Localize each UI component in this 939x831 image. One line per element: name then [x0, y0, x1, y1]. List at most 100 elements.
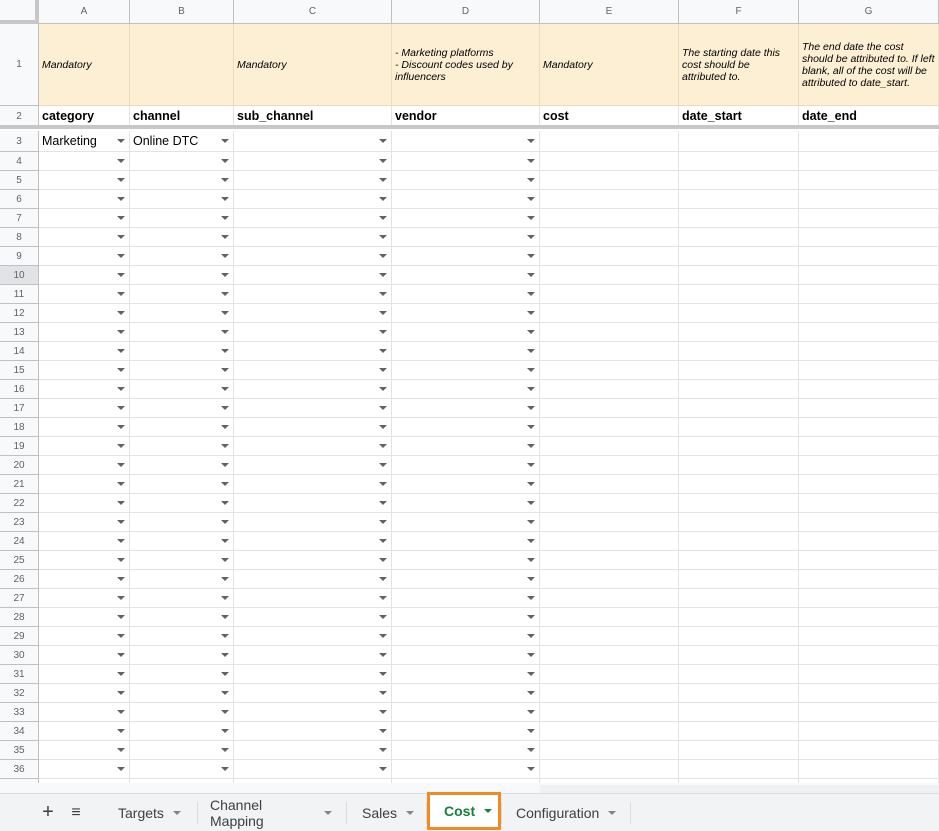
- dropdown-arrow-icon[interactable]: [221, 577, 229, 581]
- cell-g26[interactable]: [799, 570, 939, 589]
- dropdown-arrow-icon[interactable]: [117, 235, 125, 239]
- note-cell-d[interactable]: - Marketing platforms - Discount codes u…: [392, 24, 540, 106]
- dropdown-arrow-icon[interactable]: [379, 672, 387, 676]
- cell-c9[interactable]: [234, 247, 392, 266]
- cell-e32[interactable]: [540, 684, 679, 703]
- cell-f11[interactable]: [679, 285, 799, 304]
- sheet-tab-cost[interactable]: Cost: [427, 792, 501, 830]
- horizontal-scrollbar[interactable]: [540, 785, 939, 793]
- cell-c34[interactable]: [234, 722, 392, 741]
- cell-b24[interactable]: [130, 532, 234, 551]
- cell-f4[interactable]: [679, 152, 799, 171]
- dropdown-arrow-icon[interactable]: [221, 710, 229, 714]
- cell-g33[interactable]: [799, 703, 939, 722]
- cell-g12[interactable]: [799, 304, 939, 323]
- dropdown-arrow-icon[interactable]: [221, 216, 229, 220]
- row-header-14[interactable]: 14: [0, 342, 39, 361]
- dropdown-arrow-icon[interactable]: [117, 520, 125, 524]
- dropdown-arrow-icon[interactable]: [527, 292, 535, 296]
- cell-c35[interactable]: [234, 741, 392, 760]
- cell-d27[interactable]: [392, 589, 540, 608]
- dropdown-arrow-icon[interactable]: [117, 596, 125, 600]
- row-header-26[interactable]: 26: [0, 570, 39, 589]
- cell-c29[interactable]: [234, 627, 392, 646]
- row-header-32[interactable]: 32: [0, 684, 39, 703]
- cell-b5[interactable]: [130, 171, 234, 190]
- dropdown-arrow-icon[interactable]: [117, 330, 125, 334]
- cell-g25[interactable]: [799, 551, 939, 570]
- row-header-21[interactable]: 21: [0, 475, 39, 494]
- cell-g6[interactable]: [799, 190, 939, 209]
- dropdown-arrow-icon[interactable]: [527, 235, 535, 239]
- row-header-25[interactable]: 25: [0, 551, 39, 570]
- dropdown-arrow-icon[interactable]: [379, 463, 387, 467]
- dropdown-arrow-icon[interactable]: [527, 139, 535, 143]
- cell-f36[interactable]: [679, 760, 799, 779]
- dropdown-arrow-icon[interactable]: [379, 710, 387, 714]
- column-header-d[interactable]: D: [392, 0, 540, 24]
- dropdown-arrow-icon[interactable]: [221, 425, 229, 429]
- cell-b34[interactable]: [130, 722, 234, 741]
- dropdown-arrow-icon[interactable]: [221, 558, 229, 562]
- cell-f6[interactable]: [679, 190, 799, 209]
- cell-d3[interactable]: [392, 131, 540, 152]
- cell-e22[interactable]: [540, 494, 679, 513]
- dropdown-arrow-icon[interactable]: [221, 482, 229, 486]
- cell-g3[interactable]: [799, 131, 939, 152]
- cell-g35[interactable]: [799, 741, 939, 760]
- dropdown-arrow-icon[interactable]: [527, 444, 535, 448]
- dropdown-arrow-icon[interactable]: [379, 368, 387, 372]
- row-header-13[interactable]: 13: [0, 323, 39, 342]
- cell-f8[interactable]: [679, 228, 799, 247]
- row-header-19[interactable]: 19: [0, 437, 39, 456]
- field-header-date-start[interactable]: date_start: [679, 106, 799, 127]
- dropdown-arrow-icon[interactable]: [379, 444, 387, 448]
- cell-b36[interactable]: [130, 760, 234, 779]
- dropdown-arrow-icon[interactable]: [117, 254, 125, 258]
- row-header-5[interactable]: 5: [0, 171, 39, 190]
- dropdown-arrow-icon[interactable]: [221, 139, 229, 143]
- dropdown-arrow-icon[interactable]: [527, 691, 535, 695]
- dropdown-arrow-icon[interactable]: [379, 729, 387, 733]
- cell-a24[interactable]: [39, 532, 130, 551]
- row-header-12[interactable]: 12: [0, 304, 39, 323]
- dropdown-arrow-icon[interactable]: [221, 178, 229, 182]
- chevron-down-icon[interactable]: [608, 810, 617, 815]
- cell-c4[interactable]: [234, 152, 392, 171]
- dropdown-arrow-icon[interactable]: [221, 672, 229, 676]
- cell-c28[interactable]: [234, 608, 392, 627]
- cell-a22[interactable]: [39, 494, 130, 513]
- cell-c13[interactable]: [234, 323, 392, 342]
- cell-f23[interactable]: [679, 513, 799, 532]
- cell-d14[interactable]: [392, 342, 540, 361]
- cell-a12[interactable]: [39, 304, 130, 323]
- cell-g20[interactable]: [799, 456, 939, 475]
- dropdown-arrow-icon[interactable]: [117, 197, 125, 201]
- cell-c11[interactable]: [234, 285, 392, 304]
- row-header-3[interactable]: 3: [0, 131, 39, 152]
- cell-c32[interactable]: [234, 684, 392, 703]
- cell-f7[interactable]: [679, 209, 799, 228]
- dropdown-arrow-icon[interactable]: [221, 273, 229, 277]
- cell-e6[interactable]: [540, 190, 679, 209]
- cell-g18[interactable]: [799, 418, 939, 437]
- dropdown-arrow-icon[interactable]: [221, 349, 229, 353]
- dropdown-arrow-icon[interactable]: [379, 425, 387, 429]
- row-header-15[interactable]: 15: [0, 361, 39, 380]
- cell-e8[interactable]: [540, 228, 679, 247]
- cell-b14[interactable]: [130, 342, 234, 361]
- cell-a19[interactable]: [39, 437, 130, 456]
- cell-g32[interactable]: [799, 684, 939, 703]
- cell-a11[interactable]: [39, 285, 130, 304]
- cell-a28[interactable]: [39, 608, 130, 627]
- row-header-6[interactable]: 6: [0, 190, 39, 209]
- cell-f33[interactable]: [679, 703, 799, 722]
- cell-b10[interactable]: [130, 266, 234, 285]
- cell-f22[interactable]: [679, 494, 799, 513]
- cell-e15[interactable]: [540, 361, 679, 380]
- cell-a33[interactable]: [39, 703, 130, 722]
- cell-d8[interactable]: [392, 228, 540, 247]
- add-sheet-button[interactable]: +: [36, 794, 60, 831]
- cell-e3[interactable]: [540, 131, 679, 152]
- cell-a21[interactable]: [39, 475, 130, 494]
